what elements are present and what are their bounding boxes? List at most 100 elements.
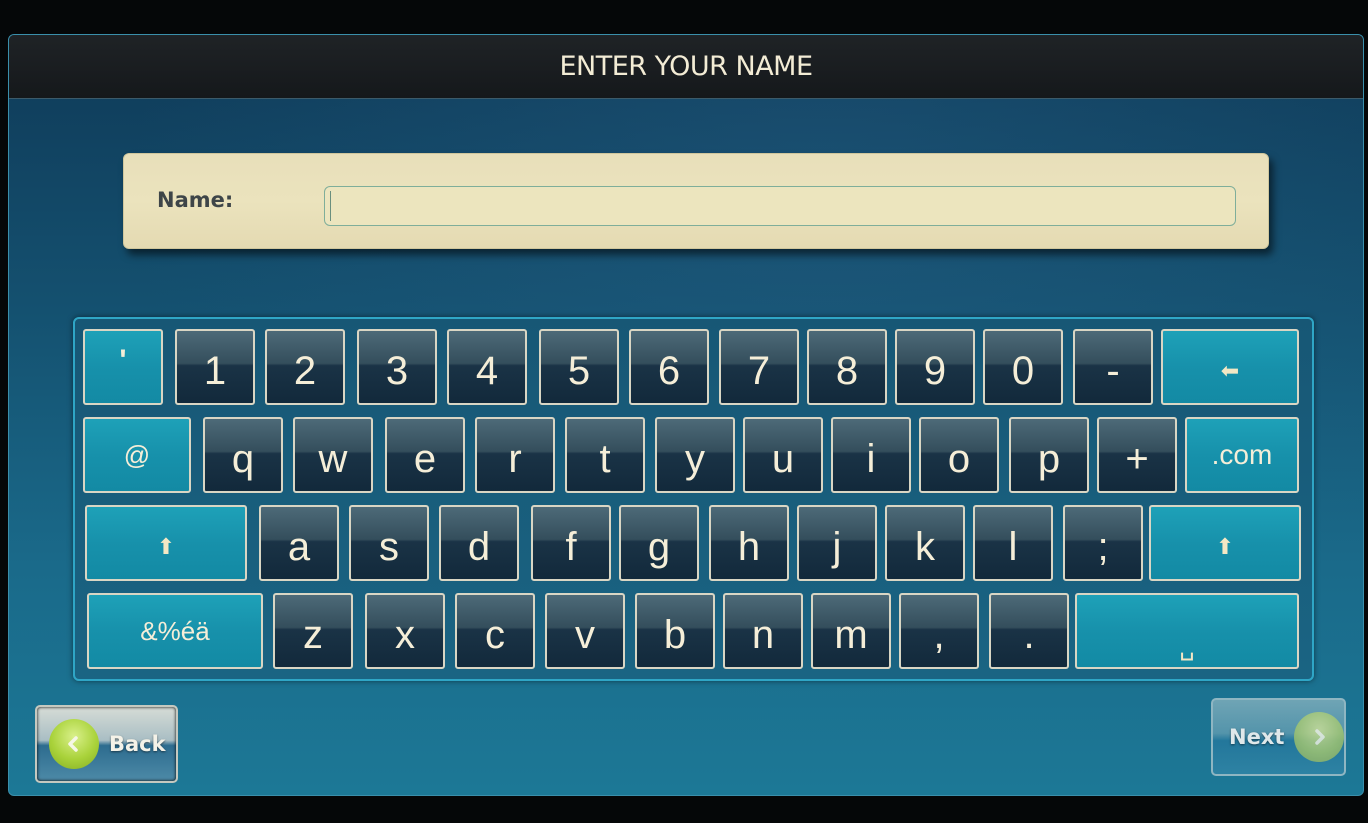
key-label: z xyxy=(303,612,323,657)
key-label: 6 xyxy=(657,348,681,393)
key-label: a xyxy=(287,524,311,569)
key-label: 0 xyxy=(1011,348,1035,393)
key-apostrophe[interactable]: ' xyxy=(83,329,163,405)
key-at[interactable]: @ xyxy=(83,417,191,493)
key-o[interactable]: o xyxy=(919,417,999,493)
key-label: 4 xyxy=(475,348,499,393)
key-7[interactable]: 7 xyxy=(719,329,799,405)
key-label: ' xyxy=(119,344,127,377)
key-label: . xyxy=(1023,612,1035,657)
key-label: y xyxy=(685,436,705,481)
key-label: 3 xyxy=(385,348,409,393)
key-t[interactable]: t xyxy=(565,417,645,493)
key-z[interactable]: z xyxy=(273,593,353,669)
key-a[interactable]: a xyxy=(259,505,339,581)
chevron-left-icon xyxy=(49,719,99,769)
key-label: d xyxy=(467,524,491,569)
key-e[interactable]: e xyxy=(385,417,465,493)
space-bar-icon: ␣ xyxy=(1179,633,1195,661)
key-4[interactable]: 4 xyxy=(447,329,527,405)
name-input[interactable] xyxy=(324,186,1236,226)
key-label: j xyxy=(832,524,842,569)
key-3[interactable]: 3 xyxy=(357,329,437,405)
name-panel: Name: xyxy=(123,153,1269,249)
key-semicolon[interactable]: ; xyxy=(1063,505,1143,581)
key-dotcom[interactable]: .com xyxy=(1185,417,1299,493)
key-label: h xyxy=(737,524,761,569)
key-label: ; xyxy=(1097,524,1109,569)
name-label: Name: xyxy=(157,188,234,212)
key-plus[interactable]: + xyxy=(1097,417,1177,493)
key-2[interactable]: 2 xyxy=(265,329,345,405)
key-5[interactable]: 5 xyxy=(539,329,619,405)
key-j[interactable]: j xyxy=(797,505,877,581)
back-label: Back xyxy=(109,732,166,756)
key-1[interactable]: 1 xyxy=(175,329,255,405)
key-f[interactable]: f xyxy=(531,505,611,581)
key-label: 8 xyxy=(835,348,859,393)
key-6[interactable]: 6 xyxy=(629,329,709,405)
key-n[interactable]: n xyxy=(723,593,803,669)
key-label: 1 xyxy=(203,348,227,393)
key-u[interactable]: u xyxy=(743,417,823,493)
key-d[interactable]: d xyxy=(439,505,519,581)
key-label: 2 xyxy=(293,348,317,393)
key-label: r xyxy=(508,436,522,481)
next-label: Next xyxy=(1229,725,1285,749)
key-label: 9 xyxy=(923,348,947,393)
next-button[interactable]: Next xyxy=(1211,698,1346,776)
key-m[interactable]: m xyxy=(811,593,891,669)
key-0[interactable]: 0 xyxy=(983,329,1063,405)
key-x[interactable]: x xyxy=(365,593,445,669)
backspace-arrow-icon: ⬅ xyxy=(1220,358,1240,383)
key-period[interactable]: . xyxy=(989,593,1069,669)
key-label: &%éä xyxy=(140,615,210,646)
key-label: p xyxy=(1037,436,1061,481)
key-s[interactable]: s xyxy=(349,505,429,581)
key-label: u xyxy=(771,436,795,481)
key-label: s xyxy=(379,524,399,569)
key-h[interactable]: h xyxy=(709,505,789,581)
screen: ENTER YOUR NAME Name: ' 1 2 3 4 5 6 7 8 9 0 - ⬅ @ q w e r… xyxy=(8,34,1364,796)
key-label: w xyxy=(318,436,348,481)
key-label: v xyxy=(575,612,595,657)
key-label: n xyxy=(751,612,775,657)
key-9[interactable]: 9 xyxy=(895,329,975,405)
key-b[interactable]: b xyxy=(635,593,715,669)
shift-arrow-icon: ⬆ xyxy=(156,534,176,559)
key-label: .com xyxy=(1211,439,1273,470)
key-label: f xyxy=(565,524,577,569)
key-shift-left[interactable]: ⬆ xyxy=(85,505,247,581)
key-label: + xyxy=(1125,436,1149,481)
key-v[interactable]: v xyxy=(545,593,625,669)
key-p[interactable]: p xyxy=(1009,417,1089,493)
key-hyphen[interactable]: - xyxy=(1073,329,1153,405)
key-r[interactable]: r xyxy=(475,417,555,493)
key-g[interactable]: g xyxy=(619,505,699,581)
key-label: - xyxy=(1106,348,1120,393)
chevron-right-icon xyxy=(1294,712,1344,762)
key-label: , xyxy=(933,612,945,657)
key-i[interactable]: i xyxy=(831,417,911,493)
key-shift-right[interactable]: ⬆ xyxy=(1149,505,1301,581)
key-w[interactable]: w xyxy=(293,417,373,493)
shift-arrow-icon: ⬆ xyxy=(1215,534,1235,559)
key-space[interactable]: ␣ xyxy=(1075,593,1299,669)
key-label: t xyxy=(599,436,611,481)
key-comma[interactable]: , xyxy=(899,593,979,669)
key-backspace[interactable]: ⬅ xyxy=(1161,329,1299,405)
key-label: @ xyxy=(123,439,151,470)
key-label: k xyxy=(915,524,935,569)
key-l[interactable]: l xyxy=(973,505,1053,581)
key-c[interactable]: c xyxy=(455,593,535,669)
key-y[interactable]: y xyxy=(655,417,735,493)
on-screen-keyboard: ' 1 2 3 4 5 6 7 8 9 0 - ⬅ @ q w e r t y u i o p + .com ⬆ a s d f g h j k l;… xyxy=(73,317,1314,681)
key-label: i xyxy=(866,436,876,481)
key-label: c xyxy=(485,612,505,657)
key-label: o xyxy=(947,436,971,481)
key-k[interactable]: k xyxy=(885,505,965,581)
key-q[interactable]: q xyxy=(203,417,283,493)
back-button[interactable]: Back xyxy=(35,705,178,783)
key-8[interactable]: 8 xyxy=(807,329,887,405)
key-symbols[interactable]: &%éä xyxy=(87,593,263,669)
